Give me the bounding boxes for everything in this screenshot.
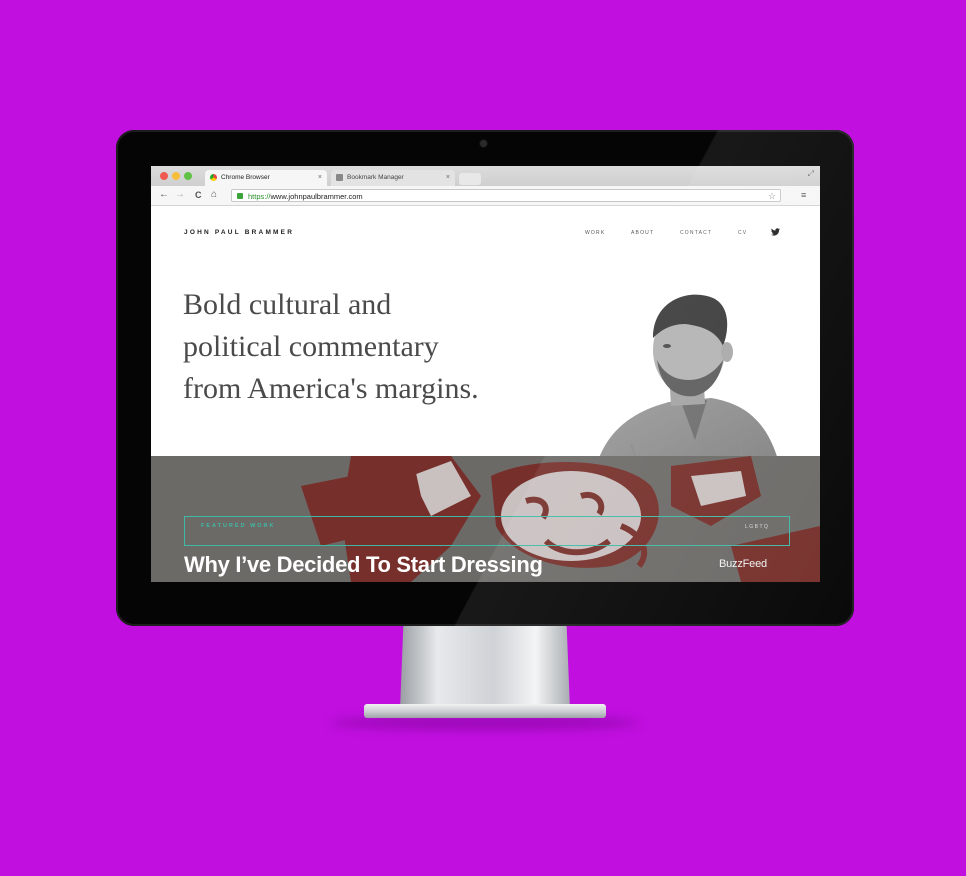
- minimize-window-button[interactable]: [172, 172, 180, 180]
- home-icon[interactable]: ⌂: [211, 189, 217, 201]
- nav-item-work[interactable]: WORK: [585, 230, 605, 236]
- featured-work-banner[interactable]: FEATURED WORK LGBTQ Why I’ve Decided To …: [151, 456, 820, 582]
- hero-heading: Bold cultural and political commentary f…: [183, 284, 563, 410]
- star-icon[interactable]: ☆: [768, 190, 776, 203]
- url-host: www.johnpaulbrammer.com: [270, 192, 363, 201]
- reload-icon[interactable]: C: [195, 189, 202, 201]
- back-arrow-icon[interactable]: ←: [159, 189, 169, 201]
- hero-line: from America's margins.: [183, 372, 479, 405]
- tab-bookmark-manager[interactable]: Bookmark Manager ×: [331, 170, 455, 186]
- buzzfeed-logo: BuzzFeed: [719, 558, 767, 570]
- featured-work-label: FEATURED WORK: [201, 523, 276, 529]
- browser-toolbar: ← → C ⌂ https://www.johnpaulbrammer.com …: [151, 186, 820, 206]
- monitor-screen: Chrome Browser × Bookmark Manager × ⤢ ← …: [151, 166, 820, 582]
- hero-line: Bold cultural and: [183, 288, 392, 321]
- close-window-button[interactable]: [160, 172, 168, 180]
- close-tab-icon[interactable]: ×: [446, 170, 450, 186]
- nav-item-about[interactable]: ABOUT: [631, 230, 654, 236]
- close-tab-icon[interactable]: ×: [318, 170, 322, 186]
- featured-frame: [184, 516, 790, 546]
- bookmark-icon: [336, 174, 343, 181]
- monitor-bezel: Chrome Browser × Bookmark Manager × ⤢ ← …: [116, 130, 854, 626]
- fullscreen-icon[interactable]: ⤢: [808, 169, 814, 179]
- chrome-favicon-icon: [210, 174, 217, 181]
- stand-shadow: [330, 716, 640, 730]
- camera-icon: [480, 140, 487, 147]
- featured-article-title[interactable]: Why I’ve Decided To Start Dressing: [184, 552, 543, 578]
- featured-category-tag: LGBTQ: [745, 524, 770, 530]
- lock-icon: [237, 193, 243, 199]
- site-logo[interactable]: JOHN PAUL BRAMMER: [184, 229, 294, 236]
- forward-arrow-icon[interactable]: →: [175, 189, 185, 201]
- tab-label: Chrome Browser: [221, 174, 270, 181]
- tab-label: Bookmark Manager: [347, 174, 404, 181]
- menu-icon[interactable]: ≡: [801, 190, 806, 200]
- nav-item-cv[interactable]: CV: [738, 230, 747, 236]
- hero-line: political commentary: [183, 330, 439, 363]
- zoom-window-button[interactable]: [184, 172, 192, 180]
- address-bar[interactable]: https://www.johnpaulbrammer.com ☆: [231, 189, 781, 202]
- twitter-icon[interactable]: [771, 228, 780, 238]
- monitor-stand-neck: [400, 624, 570, 710]
- new-tab-button[interactable]: [459, 173, 481, 185]
- tab-chrome-browser[interactable]: Chrome Browser ×: [205, 170, 327, 186]
- nav-item-contact[interactable]: CONTACT: [680, 230, 712, 236]
- monitor-stand-foot: [364, 704, 606, 718]
- browser-tab-bar: Chrome Browser × Bookmark Manager × ⤢: [151, 166, 820, 186]
- url-scheme: https://: [248, 192, 271, 201]
